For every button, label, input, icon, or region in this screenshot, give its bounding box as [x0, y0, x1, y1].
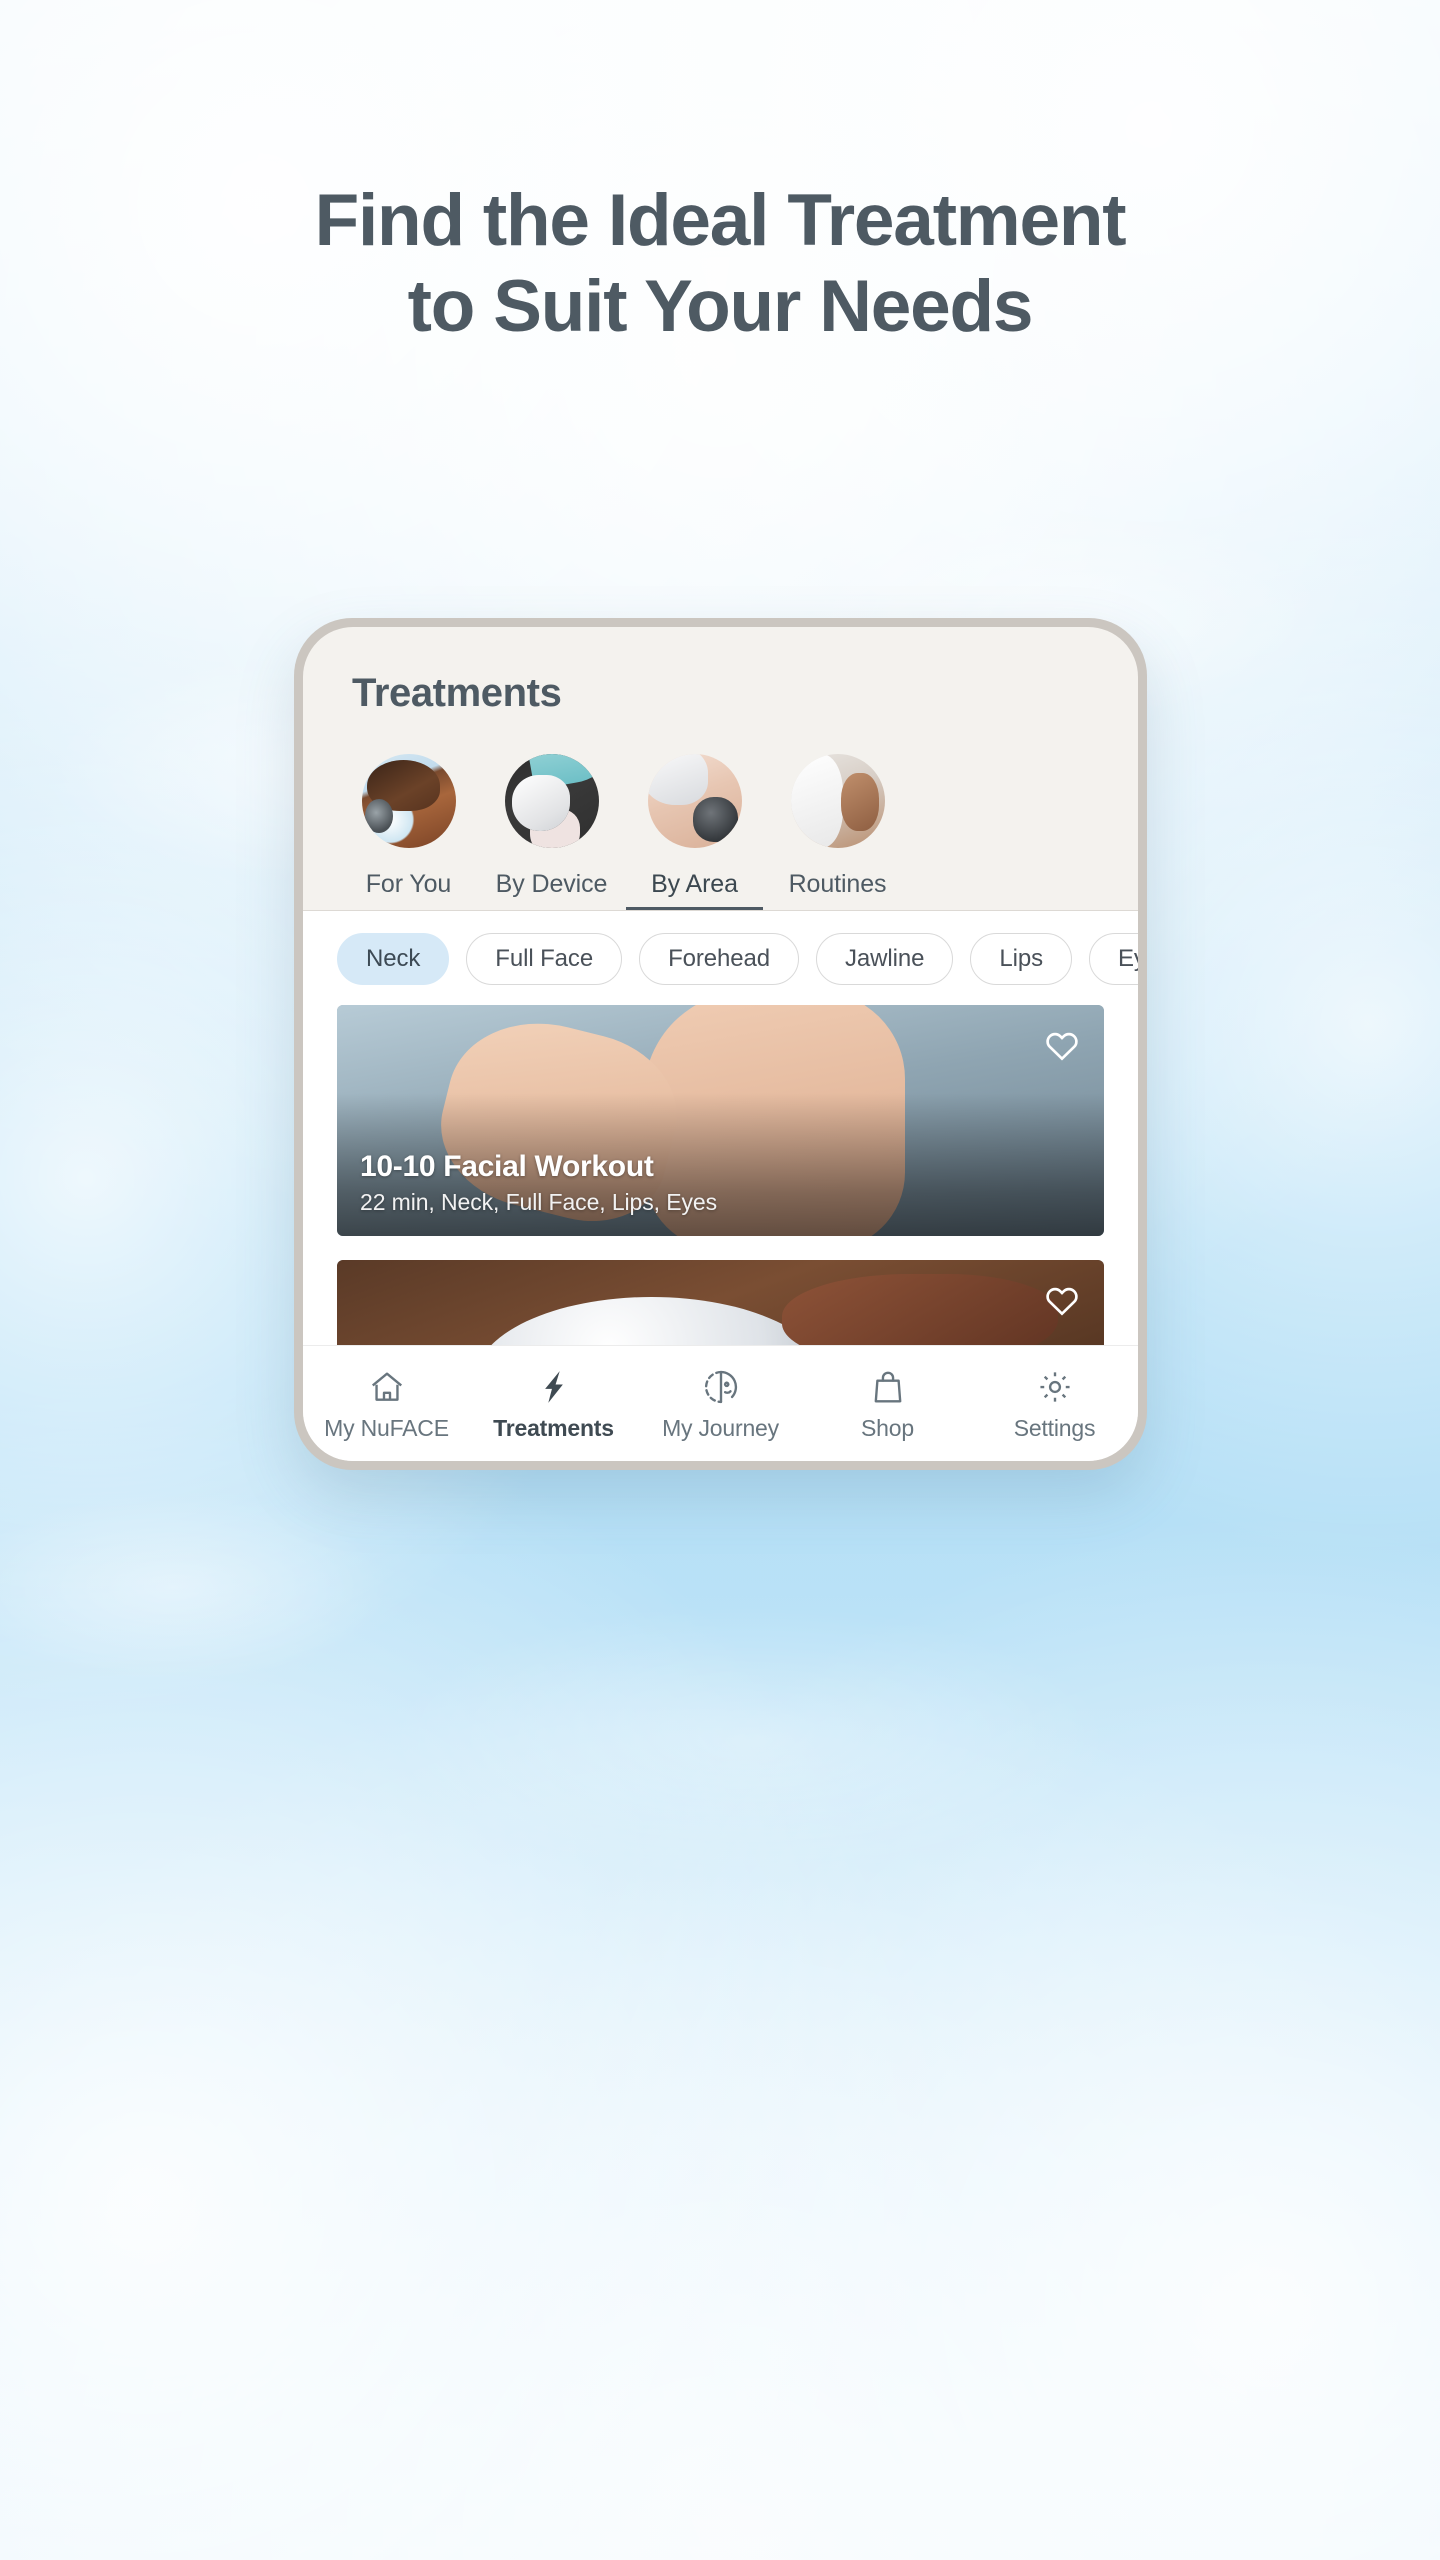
phone-screen: Treatments For You By Device By Area Rou…	[303, 627, 1138, 1461]
routine-treatment-thumbnail	[790, 754, 885, 848]
category-tab-label: Routines	[788, 870, 887, 898]
face-scan-icon	[637, 1365, 804, 1409]
bottom-navigation-bar: My NuFACE Treatments My Journey Shop Set…	[303, 1345, 1138, 1461]
treatment-card[interactable]: 5-Minute Facial-Lift® 6 min, Neck, Full …	[337, 1260, 1104, 1345]
filter-chip-neck[interactable]: Neck	[337, 933, 450, 985]
treatment-card-meta: 10-10 Facial Workout 22 min, Neck, Full …	[360, 1150, 1014, 1216]
headline-line-2: to Suit Your Needs	[407, 266, 1034, 348]
category-tab-bar: For You By Device By Area Routines	[303, 754, 1138, 910]
filter-chip-strip-container: Neck Full Face Forehead Jawline Lips Eye…	[303, 911, 1138, 1005]
heart-outline-icon[interactable]	[1042, 1280, 1082, 1320]
filter-chip-full-face[interactable]: Full Face	[466, 933, 623, 985]
treatment-subtitle: 22 min, Neck, Full Face, Lips, Eyes	[360, 1189, 717, 1215]
nav-label: My NuFACE	[324, 1415, 449, 1441]
category-tab-by-device[interactable]: By Device	[480, 754, 623, 910]
treatment-title: 10-10 Facial Workout	[360, 1150, 654, 1183]
nav-label: Treatments	[493, 1415, 614, 1441]
filter-chip-strip[interactable]: Neck Full Face Forehead Jawline Lips Eye…	[303, 911, 1138, 1005]
treatment-photo	[337, 1260, 1104, 1345]
nav-label: Settings	[1013, 1415, 1096, 1441]
nav-item-my-nuface[interactable]: My NuFACE	[303, 1365, 470, 1442]
gear-icon	[971, 1365, 1138, 1409]
woman-using-device-thumbnail	[361, 754, 456, 848]
category-tab-label: For You	[365, 870, 452, 898]
category-tab-label: By Area	[651, 870, 738, 898]
nav-label: My Journey	[662, 1415, 779, 1441]
filter-chip-lips[interactable]: Lips	[970, 933, 1073, 985]
phone-mockup-frame: Treatments For You By Device By Area Rou…	[294, 618, 1147, 1470]
category-tab-label: By Device	[495, 870, 608, 898]
category-tab-by-area[interactable]: By Area	[623, 754, 766, 910]
nav-item-treatments[interactable]: Treatments	[470, 1365, 637, 1442]
nav-item-settings[interactable]: Settings	[971, 1365, 1138, 1442]
app-screen-title: Treatments	[352, 671, 562, 715]
device-product-thumbnail	[504, 754, 599, 848]
nav-item-my-journey[interactable]: My Journey	[637, 1365, 804, 1442]
jawline-treatment-thumbnail	[647, 754, 742, 848]
category-tab-routines[interactable]: Routines	[766, 754, 909, 910]
bag-icon	[804, 1365, 971, 1409]
nav-label: Shop	[861, 1415, 914, 1441]
heart-outline-icon[interactable]	[1042, 1025, 1082, 1065]
filter-chip-eyes[interactable]: Eyes	[1089, 933, 1138, 985]
headline-line-1: Find the Ideal Treatment	[314, 180, 1127, 261]
treatment-card[interactable]: 10-10 Facial Workout 22 min, Neck, Full …	[337, 1005, 1104, 1236]
category-tab-for-you[interactable]: For You	[337, 754, 480, 910]
home-icon	[303, 1365, 470, 1409]
nav-item-shop[interactable]: Shop	[804, 1365, 971, 1442]
filter-chip-jawline[interactable]: Jawline	[816, 933, 954, 985]
bolt-icon	[470, 1365, 637, 1409]
page-title: Find the Ideal Treatment to Suit Your Ne…	[0, 178, 1440, 350]
treatment-card-list[interactable]: 10-10 Facial Workout 22 min, Neck, Full …	[303, 1005, 1138, 1345]
filter-chip-forehead[interactable]: Forehead	[639, 933, 800, 985]
